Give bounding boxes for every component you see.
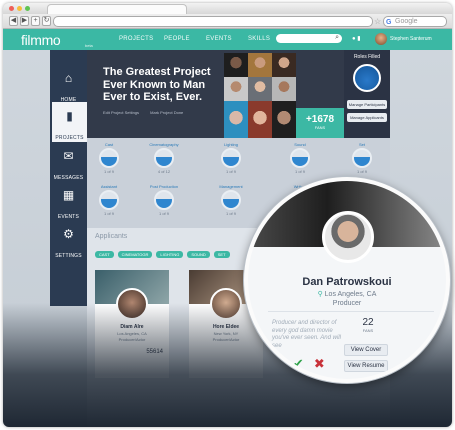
role-post-production[interactable]: Post Production 1 of 9 [144,184,184,216]
applicants-title: Applicants [95,233,128,240]
filter-chip-sound[interactable]: SOUND [187,251,210,258]
role-fill-gauge [221,148,241,168]
featured-fans: 22 FANS [362,317,374,333]
role-set[interactable]: Set 1 of 9 [342,142,382,174]
location-pin-icon: ⚲ [317,291,323,298]
close-window-button[interactable] [9,6,14,11]
edit-project-link[interactable]: Edit Project Settings [103,110,139,115]
user-menu[interactable]: Stephen Santerum [390,36,432,42]
logo-subtitle: beta [85,43,93,48]
manage-participants-button[interactable]: Manage Participants [347,100,387,109]
featured-role: Producer [332,300,362,307]
bookmark-star-icon[interactable]: ☆ [374,17,381,26]
envelope-icon[interactable]: ✉ [272,357,283,370]
team-photo[interactable] [248,77,272,101]
clipboard-icon: ▮ [66,109,73,123]
app-search-input[interactable]: ⌕ [276,34,342,43]
manage-applicants-button[interactable]: Manage Applicants [347,113,387,122]
sidebar: ⌂ HOME ▮ PROJECTS ✉ MESSAGES ▦ EVENTS ⚙ … [50,50,87,306]
team-photo[interactable] [248,53,272,77]
fans-counter: +1678 FANS [296,108,344,138]
back-button[interactable]: ◀ [9,16,18,26]
applicant-avatar [210,288,242,320]
maximize-window-button[interactable] [25,6,30,11]
role-fill-gauge [290,148,310,168]
checkmark-icon[interactable]: ✔ [293,357,304,370]
mark-done-link[interactable]: Mark Project Done [150,110,183,115]
filter-chip-set[interactable]: SET [213,251,230,258]
role-fill-gauge [154,148,174,168]
project-title: The Greatest Project Ever Known to Man E… [103,66,211,103]
applicant-avatar [116,288,148,320]
browser-search-field[interactable]: G Google [383,16,447,27]
sidebar-item-home[interactable]: ⌂ HOME [50,64,87,104]
team-photo[interactable] [272,77,296,101]
team-photo[interactable] [224,53,248,77]
sidebar-item-messages[interactable]: ✉ MESSAGES [50,142,87,182]
calendar-icon: ▦ [62,188,75,202]
view-cover-button[interactable]: View Cover [344,344,388,356]
nav-events[interactable]: EVENTS [206,36,232,42]
close-icon[interactable]: ✖ [314,357,325,370]
address-bar[interactable] [53,16,373,27]
team-photo[interactable] [224,77,248,101]
roles-filled-title: Roles Filled [353,54,381,60]
user-avatar[interactable] [375,33,387,45]
reload-button[interactable]: ↻ [42,16,51,26]
sidebar-item-events[interactable]: ▦ EVENTS [50,181,87,221]
window-controls [9,6,30,11]
notification-icons[interactable]: ● ▮ [352,35,361,42]
search-icon: ⌕ [335,34,339,41]
divider [268,311,434,312]
add-tab-button[interactable]: + [31,16,40,26]
role-cinematography[interactable]: Cinematography 4 of 12 [144,142,184,174]
team-photo[interactable] [272,101,296,138]
role-fill-gauge [99,148,119,168]
filter-chip-lighting[interactable]: LIGHTING [156,251,184,258]
filmmo-logo[interactable]: filmmo [21,32,61,48]
role-sound[interactable]: Sound 1 of 9 [280,142,320,174]
browser-toolbar: ◀ ▶ + ↻ ☆ G Google [3,14,452,29]
nav-people[interactable]: PEOPLE [164,36,190,42]
roles-filled-gauge [353,64,381,92]
google-icon: G [386,19,392,26]
filter-chip-cast[interactable]: CAST [95,251,114,258]
role-fill-gauge [352,148,372,168]
sidebar-item-settings[interactable]: ⚙ SETTINGS [50,220,87,260]
filter-chip-cinematography[interactable]: CINEMATOGR [117,251,153,258]
featured-avatar[interactable] [322,211,374,263]
role-assistant[interactable]: Assistant 1 of 9 [89,184,129,216]
featured-name[interactable]: Dan Patrowskoui [248,276,446,288]
roles-filled-panel: Roles Filled Manage Participants Manage … [344,50,390,138]
role-fill-gauge [221,190,241,210]
applicant-card[interactable]: Diam Alre Los Angeles, CA Producer/Actor… [95,270,169,378]
team-photo[interactable] [272,53,296,77]
home-icon: ⌂ [64,71,73,85]
nav-skills[interactable]: SKILLS [248,36,270,42]
project-hero: The Greatest Project Ever Known to Man E… [87,50,390,138]
featured-bio: Producer and director of every god damn … [272,320,341,349]
featured-applicant-magnifier: Dan Patrowskoui ⚲ Los Angeles, CA Produc… [244,177,450,383]
envelope-icon: ✉ [63,149,74,163]
role-fill-gauge [99,190,119,210]
sidebar-item-projects[interactable]: ▮ PROJECTS [52,102,87,142]
nav-projects[interactable]: PROJECTS [119,36,153,42]
view-resume-button[interactable]: View Resume [344,360,388,372]
browser-tab[interactable] [47,4,187,14]
featured-location: ⚲ Los Angeles, CA [317,291,377,298]
forward-button[interactable]: ▶ [20,16,29,26]
applicant-actions: ✉ ✔ ✖ [272,357,325,370]
project-links: Edit Project Settings Mark Project Done [103,110,193,115]
team-photo[interactable] [224,101,248,138]
role-management[interactable]: Management 1 of 9 [211,184,251,216]
browser-titlebar [3,3,452,14]
role-lighting[interactable]: Lighting 1 of 9 [211,142,251,174]
minimize-window-button[interactable] [17,6,22,11]
role-cast[interactable]: Cast 1 of 9 [89,142,129,174]
app-header: filmmo beta PROJECTS PEOPLE EVENTS SKILL… [3,29,452,50]
team-photo[interactable] [248,101,272,138]
role-fill-gauge [154,190,174,210]
role-filter-chips: CAST CINEMATOGR LIGHTING SOUND SET [95,251,230,258]
gear-icon: ⚙ [63,227,74,241]
